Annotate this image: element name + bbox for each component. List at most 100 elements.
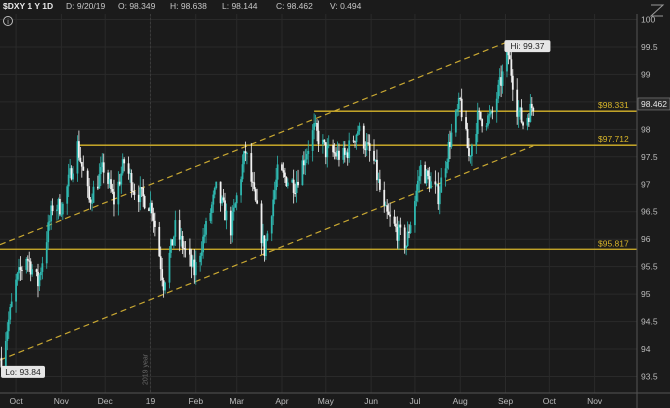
x-tick-label: Nov	[54, 396, 70, 406]
candle-body	[508, 55, 511, 60]
candle-body	[457, 98, 460, 110]
candle-body	[414, 201, 416, 226]
candle-body	[21, 269, 23, 271]
candle-body	[311, 130, 314, 151]
candle-body	[282, 170, 285, 173]
candle-body	[51, 205, 54, 212]
candle-body	[488, 114, 491, 116]
candle-body	[225, 210, 228, 221]
candle-body	[4, 341, 7, 368]
candle-body	[153, 220, 156, 227]
candle-body	[205, 221, 207, 235]
candle-body	[378, 179, 381, 190]
candle-body	[297, 181, 299, 186]
candle-body	[357, 131, 359, 135]
candle-body	[460, 98, 463, 118]
y-tick-label: 96.5	[641, 207, 658, 217]
candle-body	[352, 140, 355, 142]
candle-body	[479, 111, 482, 120]
candle-body	[99, 167, 102, 175]
candle-body	[265, 240, 267, 256]
candle-body	[266, 233, 269, 241]
candle-body	[174, 220, 177, 237]
candle-body	[47, 222, 50, 243]
y-tick-label: 95.5	[641, 262, 658, 272]
candle-body	[532, 108, 535, 112]
candle-body	[215, 181, 218, 189]
candle-body	[143, 196, 146, 209]
candle-body	[444, 168, 447, 178]
candle-body	[530, 103, 533, 109]
candle-body	[399, 224, 402, 228]
candle-body	[491, 111, 494, 113]
volume-label: V: 0.494	[330, 1, 362, 11]
candle-body	[222, 197, 225, 201]
candle-body	[281, 164, 283, 171]
candle-body	[368, 143, 371, 151]
candle-body	[111, 189, 114, 192]
candle-body	[41, 263, 44, 272]
candle-body	[88, 186, 91, 200]
candle-body	[164, 282, 166, 291]
candle-body	[253, 182, 256, 190]
candle-body	[326, 145, 329, 158]
candle-body	[35, 269, 38, 272]
low-label: L: 98.144	[222, 1, 258, 11]
candle-body	[6, 331, 9, 342]
candle-body	[386, 205, 389, 212]
candle-body	[181, 235, 184, 249]
candle-body	[517, 110, 520, 117]
candle-body	[89, 199, 92, 203]
candle-body	[25, 258, 28, 270]
candle-body	[59, 198, 61, 215]
close-label: C: 98.462	[276, 1, 313, 11]
x-tick-label: Oct	[543, 396, 557, 406]
candle-body	[476, 110, 479, 134]
candle-body	[304, 159, 307, 166]
level-label: $97.712	[598, 134, 629, 144]
candle-body	[194, 262, 197, 276]
candle-body	[507, 51, 510, 56]
price-chart[interactable]: 2019 year $98.331 $97.712 $95.817 Hi: 99.3…	[0, 0, 670, 408]
open-label: O: 98.349	[118, 1, 156, 11]
y-tick-label: 99.5	[641, 42, 658, 52]
candle-body	[82, 166, 85, 171]
candle-body	[26, 258, 29, 261]
candle-body	[0, 357, 3, 368]
candle-body	[478, 110, 481, 112]
candle-body	[246, 153, 248, 155]
candle-body	[151, 202, 153, 214]
candle-body	[485, 125, 488, 127]
candle-body	[92, 186, 95, 203]
candle-body	[199, 255, 202, 263]
candle-body	[481, 119, 484, 127]
candle-body	[365, 142, 368, 151]
candle-body	[133, 191, 136, 195]
candle-body	[10, 301, 13, 307]
x-tick-label: Jun	[364, 396, 378, 406]
candle-body	[127, 163, 130, 174]
candle-body	[117, 181, 120, 205]
candle-body	[40, 271, 42, 276]
candle-body	[213, 188, 216, 195]
candle-body	[430, 181, 432, 189]
candle-body	[286, 182, 289, 187]
symbol-label: $DXY 1 Y 1D	[3, 1, 53, 11]
candle-body	[327, 145, 330, 147]
candle-body	[210, 204, 213, 214]
candle-body	[317, 130, 320, 145]
candle-body	[522, 122, 524, 126]
candle-body	[333, 152, 336, 154]
candle-body	[409, 225, 412, 234]
candle-body	[130, 173, 133, 192]
candle-body	[294, 192, 297, 194]
candle-body	[362, 125, 365, 149]
candle-body	[31, 269, 34, 275]
candle-body	[168, 252, 171, 283]
x-tick-label: Oct	[9, 396, 23, 406]
candle-body	[383, 189, 386, 206]
candle-body	[172, 236, 175, 246]
candle-body	[200, 252, 203, 256]
candle-body	[272, 199, 275, 217]
candle-body	[419, 164, 422, 177]
